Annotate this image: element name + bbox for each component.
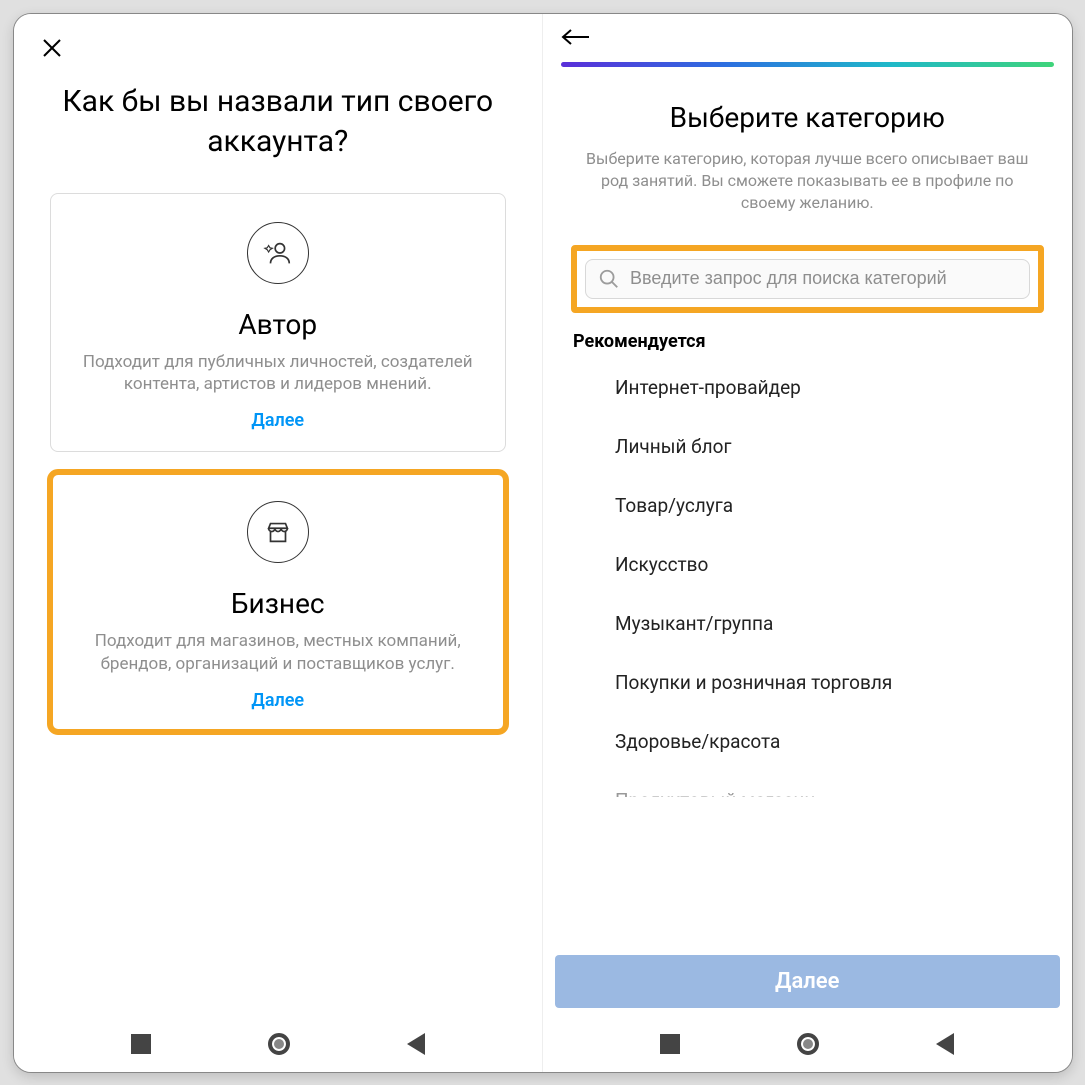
- category-item[interactable]: Здоровье/красота: [571, 712, 1044, 771]
- nav-home-icon[interactable]: [797, 1033, 819, 1055]
- card-title: Автор: [71, 308, 486, 341]
- nav-home-icon[interactable]: [268, 1033, 290, 1055]
- close-button[interactable]: [38, 34, 66, 62]
- android-nav-bar: [543, 1016, 1072, 1072]
- content: Выберите категорию Выберите категорию, к…: [543, 67, 1072, 945]
- store-icon: [247, 501, 309, 563]
- creator-icon: [247, 222, 309, 284]
- android-nav-bar: [14, 1016, 543, 1072]
- recommended-label: Рекомендуется: [571, 331, 1044, 352]
- category-item[interactable]: Продуктовый магазин: [571, 771, 1044, 797]
- nav-back-icon[interactable]: [407, 1033, 425, 1055]
- back-button[interactable]: [561, 28, 593, 52]
- dual-screenshot-frame: Как бы вы назвали тип своего аккаунта? А…: [13, 13, 1073, 1073]
- category-item[interactable]: Товар/услуга: [571, 476, 1044, 535]
- category-item[interactable]: Музыкант/группа: [571, 594, 1044, 653]
- search-box[interactable]: [585, 259, 1030, 299]
- top-bar: [14, 14, 543, 62]
- search-highlight: [571, 245, 1044, 313]
- close-icon: [40, 36, 64, 60]
- category-item[interactable]: Искусство: [571, 535, 1044, 594]
- card-desc: Подходит для публичных личностей, создат…: [71, 351, 486, 397]
- screen-select-category: Выберите категорию Выберите категорию, к…: [543, 14, 1072, 1072]
- category-item[interactable]: Покупки и розничная торговля: [571, 653, 1044, 712]
- top-bar: [543, 14, 1072, 67]
- category-item[interactable]: Личный блог: [571, 417, 1044, 476]
- card-creator[interactable]: Автор Подходит для публичных личностей, …: [50, 193, 507, 453]
- card-next-link[interactable]: Далее: [71, 690, 486, 711]
- page-title: Как бы вы назвали тип своего аккаунта?: [14, 62, 543, 193]
- nav-recent-icon[interactable]: [131, 1034, 151, 1054]
- arrow-left-icon: [561, 28, 591, 46]
- nav-recent-icon[interactable]: [660, 1034, 680, 1054]
- next-button[interactable]: Далее: [555, 955, 1060, 1008]
- category-list: Интернет-провайдер Личный блог Товар/усл…: [571, 358, 1044, 945]
- card-business[interactable]: Бизнес Подходит для магазинов, местных к…: [50, 472, 507, 732]
- account-type-cards: Автор Подходит для публичных личностей, …: [14, 193, 543, 733]
- footer: Далее: [543, 945, 1072, 1016]
- card-next-link[interactable]: Далее: [71, 410, 486, 431]
- nav-back-icon[interactable]: [936, 1033, 954, 1055]
- page-title: Выберите категорию: [571, 101, 1044, 134]
- card-desc: Подходит для магазинов, местных компаний…: [71, 630, 486, 676]
- page-subtitle: Выберите категорию, которая лучше всего …: [571, 148, 1044, 215]
- search-icon: [598, 268, 620, 290]
- screen-account-type: Как бы вы назвали тип своего аккаунта? А…: [14, 14, 544, 1072]
- category-search-input[interactable]: [630, 268, 1017, 289]
- card-title: Бизнес: [71, 587, 486, 620]
- category-item[interactable]: Интернет-провайдер: [571, 358, 1044, 417]
